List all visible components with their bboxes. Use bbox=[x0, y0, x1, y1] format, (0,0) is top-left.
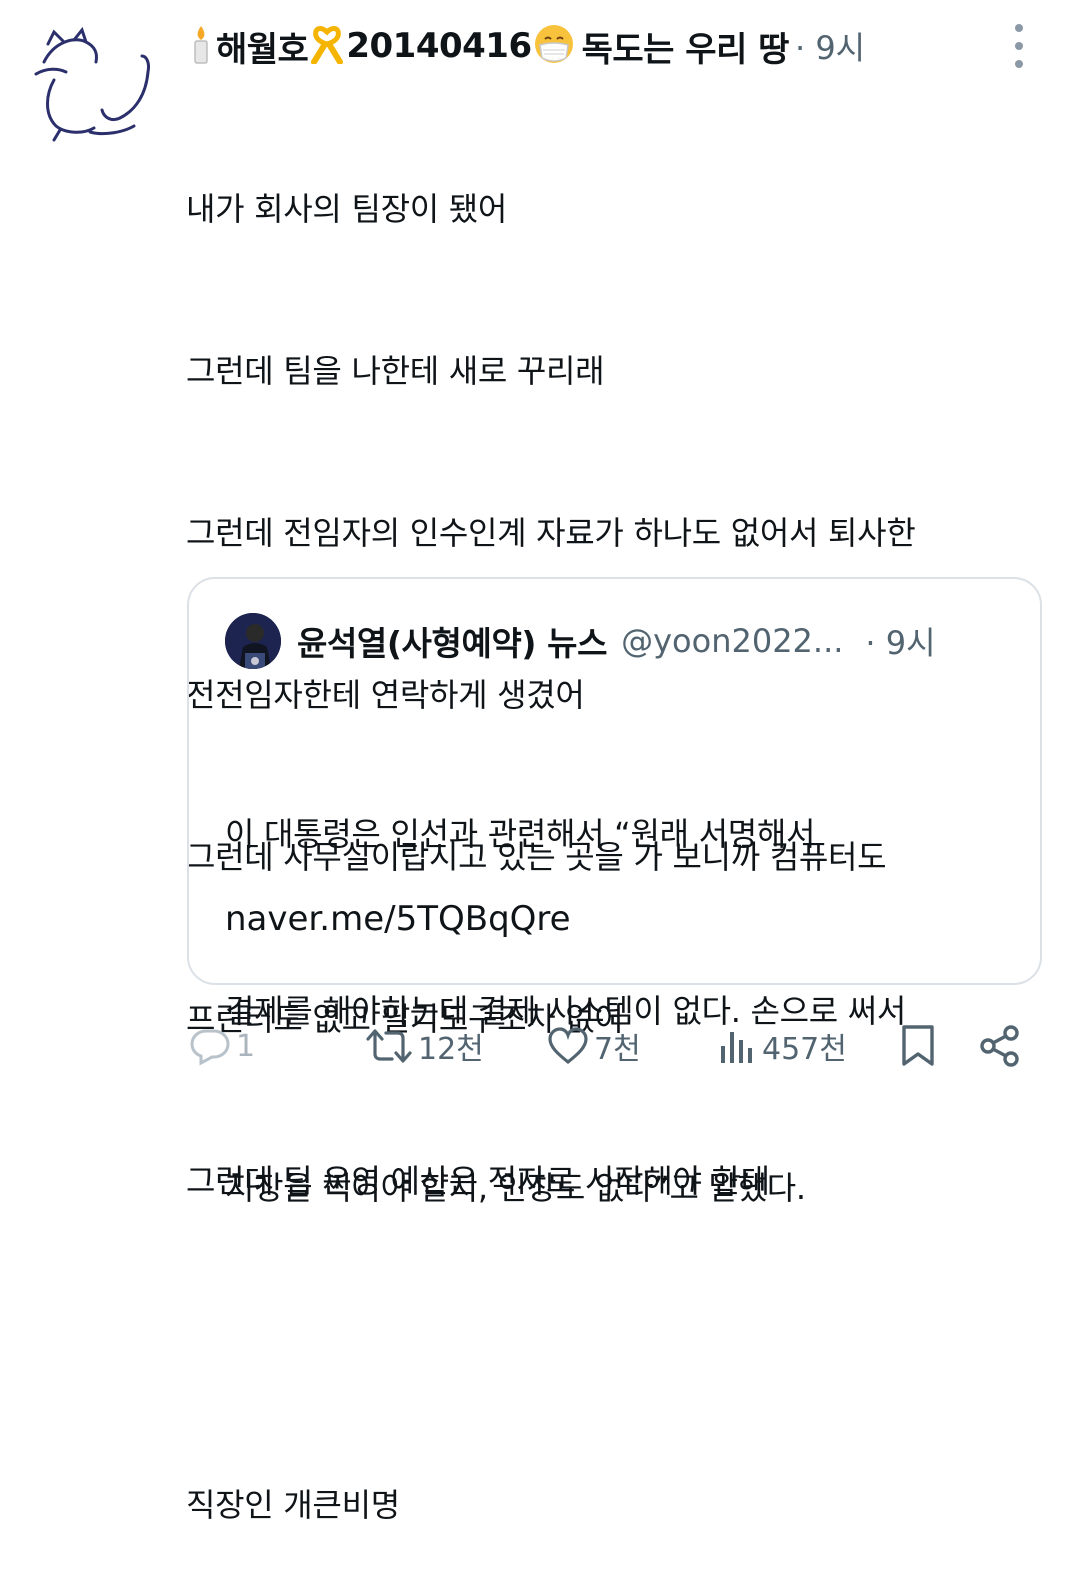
like-count: 7천 bbox=[594, 1032, 641, 1067]
tweet-line: 그런데 전임자의 인수인계 자료가 하나도 없어서 퇴사한 bbox=[186, 514, 916, 552]
reply-icon bbox=[190, 1029, 230, 1066]
reply-count: 1 bbox=[236, 1028, 256, 1064]
tweet-line: 내가 회사의 팀장이 됐어 bbox=[186, 190, 508, 228]
like-button[interactable]: 7천 bbox=[546, 1016, 641, 1076]
retweet-button[interactable]: 12천 bbox=[364, 1016, 484, 1076]
action-bar: 1 12천 7천 457천 bbox=[0, 1016, 1080, 1076]
share-icon bbox=[980, 1025, 1019, 1067]
author-suffix[interactable]: 독도는 우리 땅 bbox=[582, 22, 790, 71]
quoted-avatar[interactable] bbox=[225, 613, 281, 669]
quoted-line: 지장을 찍어야 할지, 인장도 없다”고 말했다. bbox=[225, 1169, 806, 1207]
quoted-header: 윤석열(사형예약) 뉴스 @yoon2022... · 9시 bbox=[297, 615, 936, 667]
heart-icon bbox=[548, 1027, 588, 1065]
bookmark-button[interactable] bbox=[898, 1016, 938, 1076]
tweet-header: 해월호 20140416 독도는 우리 땅 · 9시 bbox=[186, 18, 865, 74]
bookmark-icon bbox=[902, 1025, 934, 1066]
retweet-count: 12천 bbox=[418, 1032, 484, 1067]
reply-button[interactable]: 1 bbox=[188, 1016, 255, 1076]
quoted-author-name[interactable]: 윤석열(사형예약) 뉴스 bbox=[297, 617, 607, 665]
avatar[interactable] bbox=[24, 22, 174, 150]
quoted-time[interactable]: · 9시 bbox=[865, 618, 935, 664]
author-number[interactable]: 20140416 bbox=[346, 26, 532, 66]
share-button[interactable] bbox=[978, 1016, 1022, 1076]
views-chart-icon bbox=[721, 1032, 752, 1063]
face-mask-emoji-icon bbox=[532, 22, 576, 70]
yellow-ribbon-emoji-icon bbox=[308, 24, 346, 68]
more-options-icon[interactable] bbox=[1006, 24, 1032, 68]
retweet-icon bbox=[366, 1029, 412, 1063]
tweet-line: 그런데 팀을 나한테 새로 꾸리래 bbox=[186, 352, 605, 390]
cat-drawing-icon bbox=[34, 26, 150, 142]
candle-emoji-icon bbox=[186, 24, 216, 68]
views-button[interactable]: 457천 bbox=[718, 1016, 847, 1076]
tweet-line: 직장인 개큰비명 bbox=[186, 1486, 400, 1524]
quoted-text: 이 대통령은 인선과 관련해서 “원래 서명해서 결제를 해야하는데 결제 시스… bbox=[225, 687, 1025, 1336]
views-count: 457천 bbox=[762, 1032, 847, 1067]
author-name[interactable]: 해월호 bbox=[216, 22, 309, 71]
tweet-time[interactable]: · 9시 bbox=[795, 23, 865, 69]
quoted-tweet-card[interactable]: 윤석열(사형예약) 뉴스 @yoon2022... · 9시 이 대통령은 인선… bbox=[187, 577, 1042, 1207]
quoted-line: 이 대통령은 인선과 관련해서 “원래 서명해서 bbox=[225, 815, 816, 853]
quoted-link[interactable]: naver.me/5TQBqQre bbox=[225, 899, 571, 939]
quoted-author-handle[interactable]: @yoon2022... bbox=[621, 622, 843, 660]
